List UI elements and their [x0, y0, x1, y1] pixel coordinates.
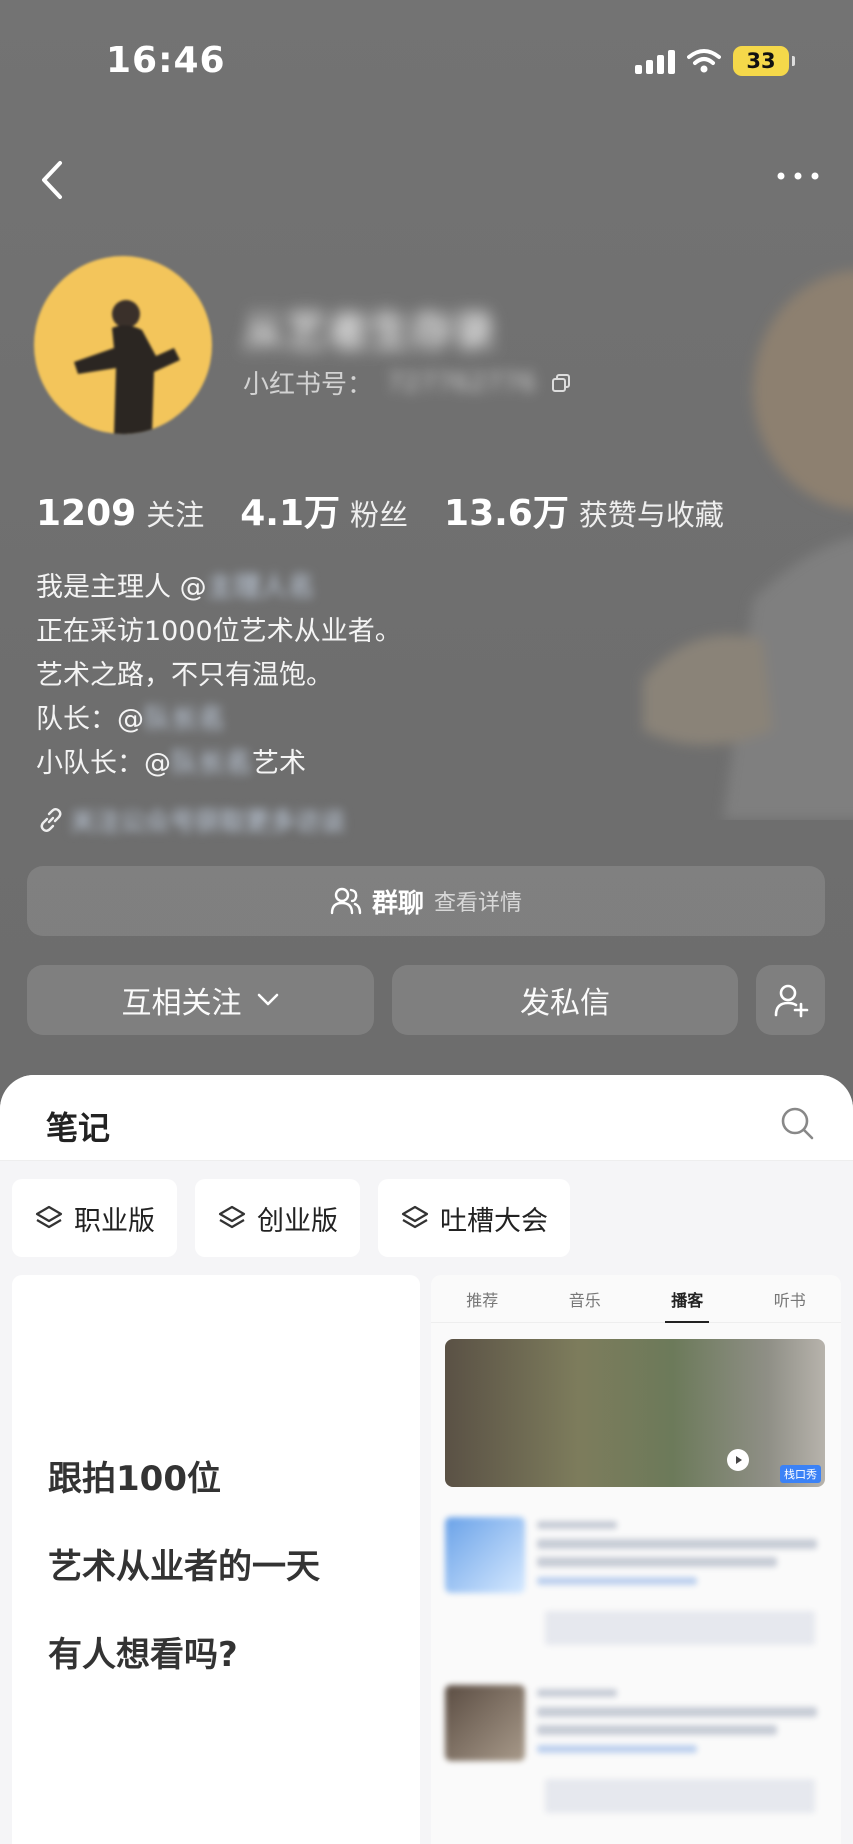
bio-text: 我是主理人 @ [36, 572, 207, 603]
back-icon[interactable] [34, 155, 74, 205]
link-icon [40, 808, 62, 832]
headline-line: 有人想看吗? [48, 1635, 238, 1675]
stat-followers-value: 4.1万 [240, 493, 340, 534]
chip-label: 创业版 [257, 1205, 338, 1237]
red-id-value: 727762776 [387, 367, 536, 398]
note-card-screenshot[interactable]: 推荐 音乐 播客 听书 栈口秀 [431, 1275, 841, 1844]
headline-line: 跟拍100位 [48, 1459, 221, 1499]
follow-button[interactable]: 互相关注 [27, 965, 374, 1035]
bio-line: 我是主理人 @主理人名 [36, 566, 402, 610]
chip-startup[interactable]: 创业版 [195, 1179, 360, 1257]
chip-roast[interactable]: 吐槽大会 [378, 1179, 570, 1257]
mini-badge: 栈口秀 [780, 1465, 821, 1483]
avatar[interactable] [34, 256, 212, 434]
group-chat-label: 群聊 [371, 888, 424, 919]
more-icon[interactable] [773, 158, 823, 194]
bio-line: 正在采访1000位艺术从业者。 [36, 616, 402, 647]
stat-followers-label: 粉丝 [350, 498, 409, 532]
group-chat-sub: 查看详情 [434, 891, 523, 916]
play-icon [727, 1449, 749, 1471]
layers-icon [401, 1205, 429, 1229]
message-button[interactable]: 发私信 [392, 965, 738, 1035]
stat-likes-label: 获赞与收藏 [578, 498, 724, 532]
note-headline: 跟拍100位 艺术从业者的一天 有人想看吗? [48, 1435, 320, 1699]
stat-following[interactable]: 1209 关注 [36, 492, 204, 534]
stat-followers[interactable]: 4.1万 粉丝 [240, 484, 408, 536]
search-icon[interactable] [779, 1105, 815, 1141]
profile-bio: 我是主理人 @主理人名 正在采访1000位艺术从业者。 艺术之路，不只有温饱。 … [36, 566, 402, 786]
stat-following-label: 关注 [146, 498, 205, 532]
add-friend-button[interactable] [756, 965, 825, 1035]
stat-following-value: 1209 [36, 493, 137, 534]
mini-list-item [445, 1507, 825, 1647]
follow-button-label: 互相关注 [121, 986, 242, 1021]
profile-link[interactable]: 关注公众号获取更多访谈 [36, 802, 345, 838]
bio-text: 艺术 [252, 748, 306, 779]
group-chat-bar[interactable]: 群聊 查看详情 [27, 866, 825, 936]
mini-video-thumb: 栈口秀 [445, 1339, 825, 1487]
mini-tab: 音乐 [568, 1290, 601, 1310]
mini-tabs: 推荐 音乐 播客 听书 [431, 1275, 841, 1323]
mini-tab: 推荐 [466, 1290, 499, 1310]
red-id-row: 小红书号： 727762776 [243, 364, 572, 401]
bio-line: 队长：@队长名 [36, 698, 402, 742]
profile-name: 从艺者生存录 [243, 307, 496, 356]
bio-mention[interactable]: 队长名 [171, 748, 252, 779]
add-user-icon [774, 984, 808, 1018]
bio-mention[interactable]: 主理人名 [207, 572, 315, 603]
avatar-figure-icon [74, 300, 180, 434]
mini-list-item [445, 1675, 825, 1815]
mini-tab-active: 播客 [665, 1287, 710, 1323]
stat-likes-value: 13.6万 [444, 493, 569, 534]
bio-text: 队长：@ [36, 704, 144, 735]
group-chat-icon [330, 887, 362, 915]
message-button-label: 发私信 [520, 986, 610, 1021]
notes-sheet: 笔记 职业版 创业版 吐槽大会 跟拍100位 艺术从业者的一天 有人想看吗? 推… [0, 1075, 853, 1844]
chip-label: 吐槽大会 [440, 1205, 548, 1237]
note-card-text[interactable]: 跟拍100位 艺术从业者的一天 有人想看吗? [12, 1275, 420, 1844]
bio-mention[interactable]: 队长名 [144, 704, 225, 735]
notes-header: 笔记 [0, 1075, 853, 1161]
layers-icon [218, 1205, 246, 1229]
bio-line: 小队长：@队长名艺术 [36, 742, 402, 786]
bio-text: 小队长：@ [36, 748, 171, 779]
red-id-label: 小红书号： [243, 370, 374, 400]
tab-notes[interactable]: 笔记 [46, 1103, 110, 1149]
layers-icon [35, 1205, 63, 1229]
status-icons: 33 [635, 46, 795, 76]
chip-career[interactable]: 职业版 [12, 1179, 177, 1257]
collection-chips: 职业版 创业版 吐槽大会 [12, 1179, 570, 1257]
profile-stats: 1209 关注 4.1万 粉丝 13.6万 获赞与收藏 [36, 484, 760, 536]
wifi-icon [687, 49, 721, 73]
link-text: 关注公众号获取更多访谈 [70, 807, 346, 836]
battery-indicator: 33 [733, 46, 795, 76]
mini-tab: 听书 [773, 1290, 806, 1310]
background-figure [643, 270, 853, 820]
chevron-down-icon [257, 993, 278, 1006]
bio-line: 艺术之路，不只有温饱。 [36, 660, 333, 691]
stat-likes[interactable]: 13.6万 获赞与收藏 [444, 484, 724, 536]
chip-label: 职业版 [74, 1205, 155, 1237]
headline-line: 艺术从业者的一天 [48, 1547, 320, 1587]
status-time: 16:46 [106, 40, 226, 81]
profile-screen: 16:46 33 从艺者生存录 小红书号： 727762776 1209 关注 … [0, 0, 853, 1844]
copy-icon[interactable] [550, 372, 572, 394]
signal-icon [635, 48, 675, 74]
